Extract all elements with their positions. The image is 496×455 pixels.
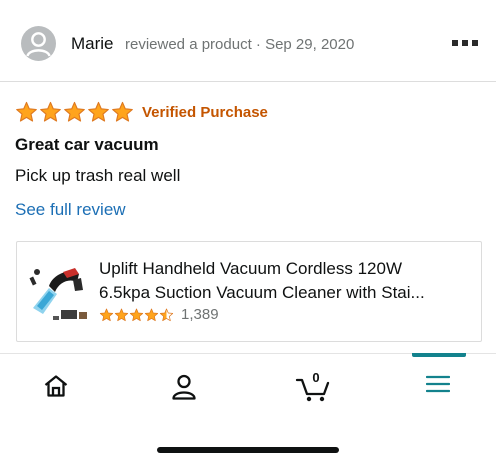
product-star-icon — [114, 308, 129, 321]
product-image[interactable] — [27, 260, 89, 326]
review-meta: reviewed a product · Sep 29, 2020 — [125, 36, 355, 53]
tab-account[interactable] — [144, 354, 224, 420]
product-star-icon — [129, 308, 144, 321]
review-star-icon — [40, 101, 61, 122]
home-icon — [44, 375, 68, 397]
review-star-icon — [16, 101, 37, 122]
product-title-line-1: Uplift Handheld Vacuum Cordless 120W — [99, 259, 402, 278]
avatar[interactable] — [21, 26, 56, 61]
product-star-icon — [99, 308, 114, 321]
tab-menu[interactable] — [398, 354, 478, 420]
cart-icon — [295, 378, 330, 402]
see-full-review-link[interactable]: See full review — [15, 200, 126, 220]
product-title-line-2: 6.5kpa Suction Vacuum Cleaner with Stai.… — [99, 283, 425, 302]
review-star-icon — [64, 101, 85, 122]
review-title: Great car vacuum — [15, 135, 159, 154]
more-options-icon[interactable] — [452, 40, 478, 46]
review-content: Verified Purchase Great car vacuum Pick … — [15, 100, 481, 219]
review-star-icon — [88, 101, 109, 122]
product-star-icon — [144, 308, 159, 321]
home-indicator[interactable] — [157, 447, 339, 453]
hamburger-menu-icon — [426, 375, 450, 393]
rating-row: Verified Purchase — [15, 100, 481, 124]
product-card[interactable]: Uplift Handheld Vacuum Cordless 120W 6.5… — [16, 241, 482, 342]
product-star-rating — [99, 308, 174, 322]
product-title[interactable]: Uplift Handheld Vacuum Cordless 120W 6.5… — [99, 257, 471, 305]
reviewer-name[interactable]: Marie — [71, 34, 114, 54]
person-icon — [172, 374, 196, 400]
active-tab-indicator — [412, 353, 466, 357]
product-star-icon — [159, 308, 174, 321]
tab-home[interactable] — [16, 354, 96, 420]
rating-count: 1,389 — [181, 306, 219, 323]
person-avatar-icon — [26, 32, 51, 57]
bottom-tab-bar: 0 — [0, 353, 496, 419]
product-rating: 1,389 — [99, 306, 219, 323]
tab-cart[interactable]: 0 — [273, 354, 353, 420]
star-rating — [15, 101, 134, 123]
verified-purchase-badge: Verified Purchase — [142, 103, 268, 121]
review-header: Marie reviewed a product · Sep 29, 2020 — [0, 0, 496, 82]
review-text: Pick up trash real well — [15, 166, 181, 185]
review-star-icon — [112, 101, 133, 122]
